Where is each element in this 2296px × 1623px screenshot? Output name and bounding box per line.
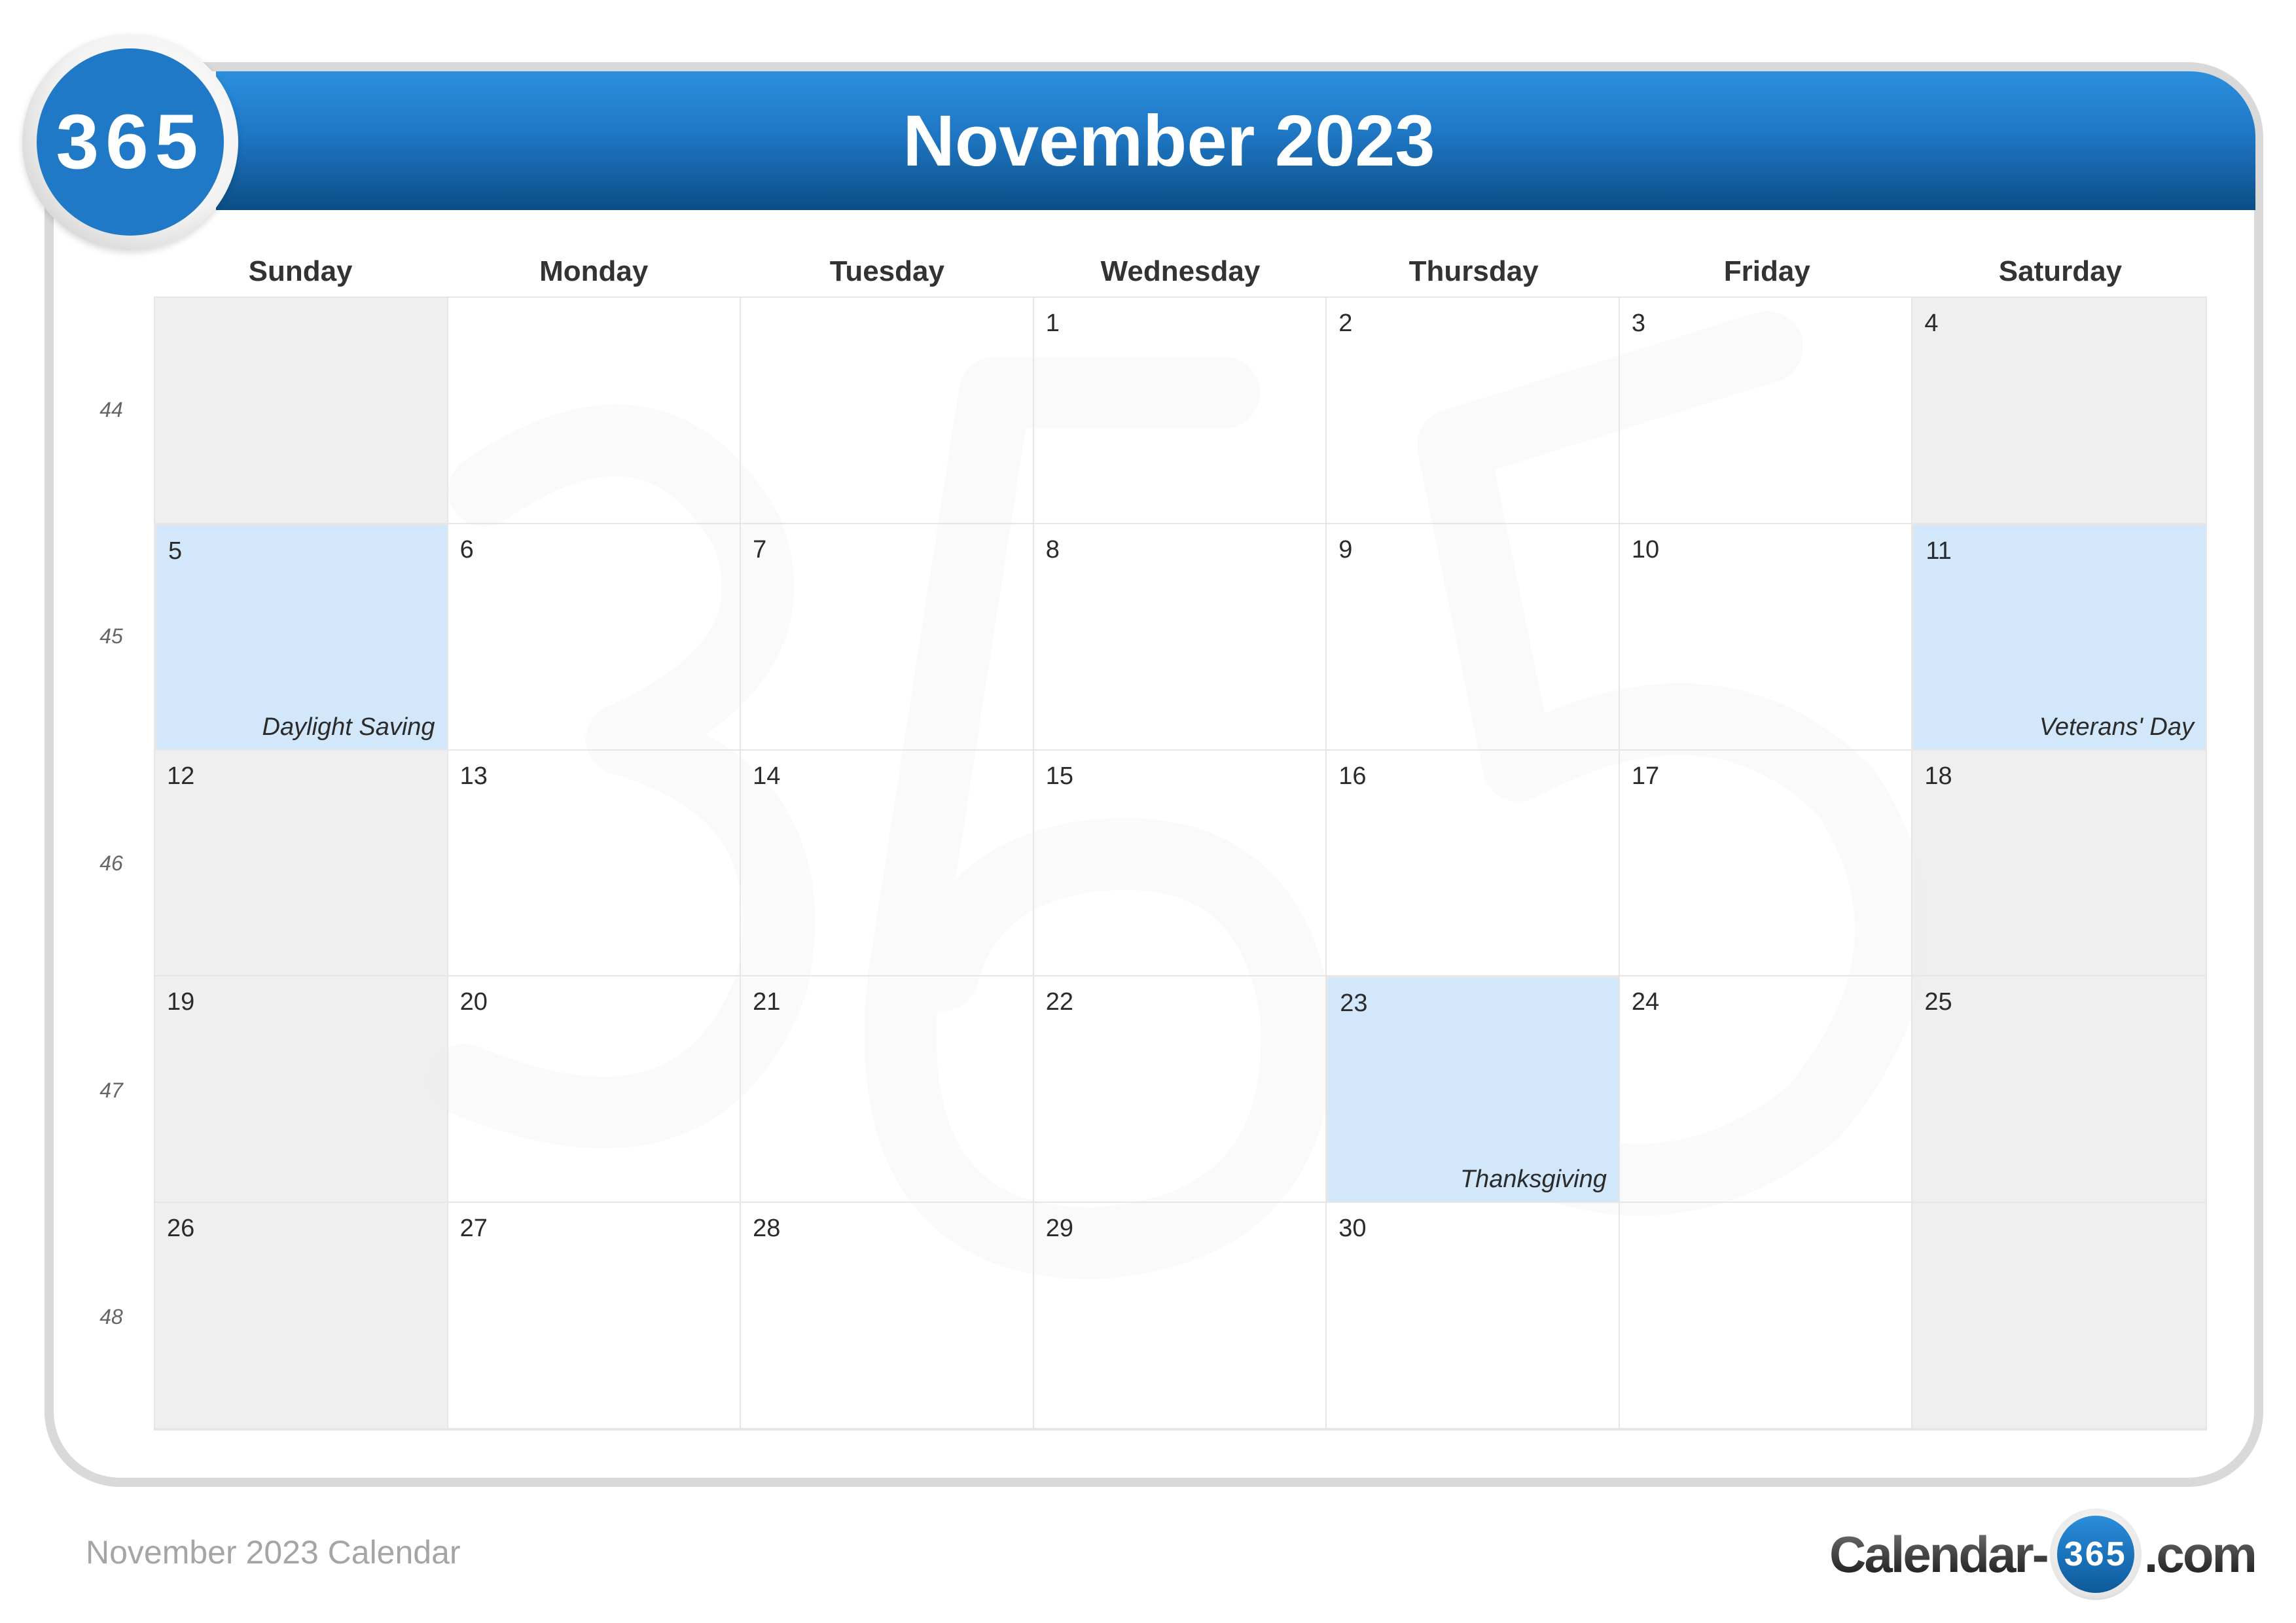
- day-number: 4: [1924, 310, 1939, 337]
- day-cell[interactable]: 6: [448, 524, 742, 751]
- day-number: 5: [168, 537, 183, 565]
- day-cell[interactable]: 30: [1327, 1203, 1620, 1429]
- day-header-tuesday: Tuesday: [829, 255, 944, 287]
- day-number: 28: [753, 1215, 781, 1243]
- day-header-thursday: Thursday: [1408, 255, 1539, 287]
- logo-text: 365: [56, 99, 205, 185]
- holiday-label: Veterans' Day: [2039, 713, 2194, 741]
- day-cell[interactable]: 19: [155, 976, 448, 1204]
- brand-circle-text: 365: [2056, 1516, 2134, 1593]
- day-cell[interactable]: 18: [1912, 750, 2206, 977]
- holiday-label: Thanksgiving: [1460, 1166, 1607, 1194]
- day-cell[interactable]: 2: [1327, 298, 1620, 524]
- day-cell[interactable]: 22: [1033, 976, 1327, 1204]
- day-cell[interactable]: 10: [1619, 524, 1913, 751]
- week-number: 44: [99, 397, 123, 421]
- day-cell[interactable]: 11 Veterans' Day: [1912, 524, 2206, 751]
- day-cell[interactable]: 4: [1912, 298, 2206, 524]
- brand-suffix: .com: [2144, 1525, 2257, 1583]
- day-cell[interactable]: 15: [1033, 750, 1327, 977]
- calendar-grid: 1 2 3 4 5 Daylight Saving 6 7 8 9 10 11 Veterans' Da…: [154, 296, 2207, 1431]
- day-cell[interactable]: 21: [741, 976, 1034, 1204]
- week-numbers: 44 45 46 47 48: [85, 296, 137, 1431]
- week-number: 47: [99, 1078, 123, 1102]
- empty-day-cell: [1912, 1203, 2206, 1429]
- day-number: 20: [459, 988, 488, 1016]
- day-cell[interactable]: 1: [1033, 298, 1327, 524]
- day-number: 6: [459, 535, 474, 563]
- day-cell[interactable]: 20: [448, 976, 742, 1204]
- day-cell[interactable]: 26: [155, 1203, 448, 1429]
- day-cell[interactable]: 8: [1033, 524, 1327, 751]
- day-cell[interactable]: 24: [1619, 976, 1913, 1204]
- day-cell[interactable]: 28: [741, 1203, 1034, 1429]
- day-headers: Sunday Monday Tuesday Wednesday Thursday…: [154, 249, 2207, 294]
- day-number: 2: [1338, 310, 1353, 337]
- footer-caption: November 2023 Calendar: [86, 1534, 461, 1571]
- day-number: 12: [167, 762, 195, 790]
- day-cell[interactable]: 5 Daylight Saving: [155, 524, 448, 751]
- day-cell[interactable]: 7: [741, 524, 1034, 751]
- day-number: 25: [1924, 988, 1952, 1016]
- day-header-saturday: Saturday: [1998, 255, 2123, 287]
- day-number: 27: [459, 1215, 488, 1243]
- day-number: 10: [1631, 535, 1660, 563]
- day-number: 26: [167, 1215, 195, 1243]
- day-cell[interactable]: 9: [1327, 524, 1620, 751]
- day-number: 7: [753, 535, 767, 563]
- empty-day-cell: [741, 298, 1034, 524]
- holiday-label: Daylight Saving: [262, 713, 435, 741]
- day-header-sunday: Sunday: [248, 255, 353, 287]
- day-number: 13: [459, 762, 488, 790]
- brand-logo[interactable]: Calendar- 365 .com: [1829, 1499, 2257, 1610]
- day-number: 15: [1045, 762, 1073, 790]
- week-number: 46: [99, 851, 123, 875]
- day-number: 17: [1631, 762, 1660, 790]
- day-cell[interactable]: 25: [1912, 976, 2206, 1204]
- day-cell[interactable]: 16: [1327, 750, 1620, 977]
- day-cell[interactable]: 14: [741, 750, 1034, 977]
- day-number: 3: [1631, 310, 1645, 337]
- day-number: 22: [1045, 988, 1073, 1016]
- brand-prefix: Calendar-: [1829, 1525, 2049, 1583]
- empty-day-cell: [448, 298, 742, 524]
- day-cell[interactable]: 27: [448, 1203, 742, 1429]
- day-cell[interactable]: 3: [1619, 298, 1913, 524]
- day-number: 29: [1045, 1215, 1073, 1243]
- day-cell[interactable]: 12: [155, 750, 448, 977]
- day-number: 18: [1924, 762, 1952, 790]
- day-number: 8: [1045, 535, 1060, 563]
- day-cell[interactable]: 13: [448, 750, 742, 977]
- day-number: 9: [1338, 535, 1353, 563]
- day-header-friday: Friday: [1723, 255, 1810, 287]
- day-cell[interactable]: 23 Thanksgiving: [1327, 976, 1620, 1204]
- day-number: 21: [753, 988, 781, 1016]
- day-cell[interactable]: 29: [1033, 1203, 1327, 1429]
- day-number: 24: [1631, 988, 1660, 1016]
- day-number: 23: [1340, 990, 1368, 1018]
- day-number: 16: [1338, 762, 1367, 790]
- day-number: 19: [167, 988, 195, 1016]
- brand-365-icon: 365: [2049, 1508, 2142, 1600]
- day-header-wednesday: Wednesday: [1100, 255, 1261, 287]
- logo-365-icon: 365: [37, 48, 224, 236]
- day-number: 11: [1926, 537, 1952, 565]
- empty-day-cell: [155, 298, 448, 524]
- empty-day-cell: [1619, 1203, 1913, 1429]
- page-title: November 2023: [903, 100, 1435, 181]
- day-number: 14: [753, 762, 781, 790]
- week-number: 48: [99, 1305, 123, 1329]
- week-number: 45: [99, 624, 123, 649]
- day-cell[interactable]: 17: [1619, 750, 1913, 977]
- day-header-monday: Monday: [539, 255, 649, 287]
- day-number: 1: [1045, 310, 1060, 337]
- day-number: 30: [1338, 1215, 1367, 1243]
